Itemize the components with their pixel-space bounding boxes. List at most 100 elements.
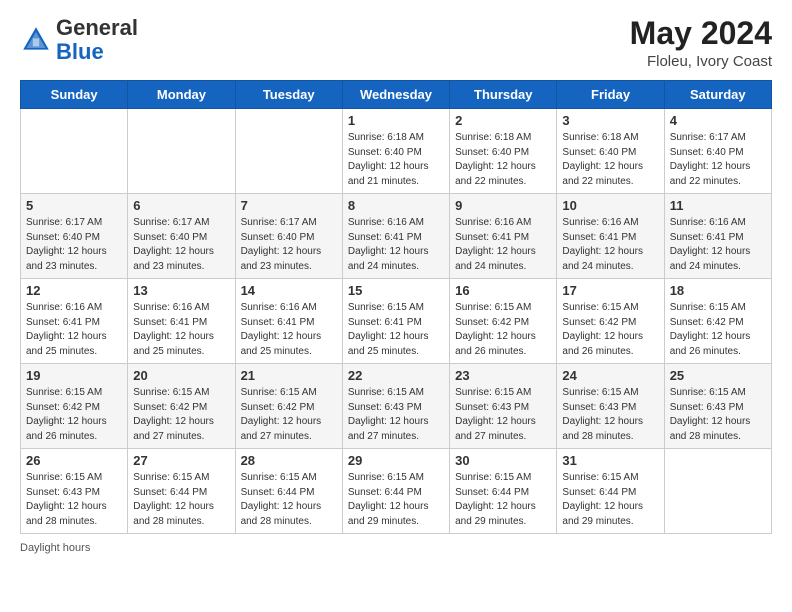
day-info: Sunrise: 6:15 AMSunset: 6:42 PMDaylight:… — [455, 301, 551, 359]
calendar-cell: 10Sunrise: 6:16 AMSunset: 6:41 PMDayligh… — [557, 194, 664, 279]
calendar-cell: 1 Sunrise: 6:18 AMSunset: 6:40 PMDaylight… — [342, 109, 449, 194]
dow-header-wednesday: Wednesday — [342, 81, 449, 109]
calendar-week-row: 26 Sunrise: 6:15 AMSunset: 6:43 PMDayligh… — [21, 449, 772, 534]
calendar-cell: 15 Sunrise: 6:15 AMSunset: 6:41 PMDayligh… — [342, 279, 449, 364]
calendar-cell: 27 Sunrise: 6:15 AMSunset: 6:44 PMDayligh… — [128, 449, 235, 534]
day-number: 7 — [241, 198, 337, 213]
day-number: 21 — [241, 368, 337, 383]
logo-general: General — [56, 15, 138, 40]
day-number: 15 — [348, 283, 444, 298]
day-info: Sunrise: 6:16 AMSunset: 6:41 PMDaylight:… — [26, 301, 122, 359]
day-info: Sunrise: 6:16 AMSunset: 6:41 PMDaylight:… — [670, 216, 766, 274]
day-info: Sunrise: 6:15 AMSunset: 6:42 PMDaylight:… — [26, 386, 122, 444]
calendar-week-row: 19 Sunrise: 6:15 AMSunset: 6:42 PMDayligh… — [21, 364, 772, 449]
day-info: Sunrise: 6:16 AMSunset: 6:41 PMDaylight:… — [455, 216, 551, 274]
day-info: Sunrise: 6:18 AMSunset: 6:40 PMDaylight:… — [562, 131, 658, 189]
day-info: Sunrise: 6:18 AMSunset: 6:40 PMDaylight:… — [455, 131, 551, 189]
calendar-cell: 24 Sunrise: 6:15 AMSunset: 6:43 PMDayligh… — [557, 364, 664, 449]
calendar-cell: 14 Sunrise: 6:16 AMSunset: 6:41 PMDayligh… — [235, 279, 342, 364]
day-info: Sunrise: 6:15 AMSunset: 6:42 PMDaylight:… — [241, 386, 337, 444]
dow-header-friday: Friday — [557, 81, 664, 109]
calendar-cell: 21 Sunrise: 6:15 AMSunset: 6:42 PMDayligh… — [235, 364, 342, 449]
day-number: 24 — [562, 368, 658, 383]
day-number: 31 — [562, 453, 658, 468]
dow-header-tuesday: Tuesday — [235, 81, 342, 109]
calendar-cell: 31Sunrise: 6:15 AMSunset: 6:44 PMDayligh… — [557, 449, 664, 534]
day-number: 16 — [455, 283, 551, 298]
day-number: 8 — [348, 198, 444, 213]
header: General Blue May 2024 Floleu, Ivory Coas… — [20, 16, 772, 70]
day-number: 6 — [133, 198, 229, 213]
day-number: 4 — [670, 113, 766, 128]
day-info: Sunrise: 6:17 AMSunset: 6:40 PMDaylight:… — [133, 216, 229, 274]
calendar-cell: 12 Sunrise: 6:16 AMSunset: 6:41 PMDayligh… — [21, 279, 128, 364]
day-number: 27 — [133, 453, 229, 468]
calendar-cell: 18Sunrise: 6:15 AMSunset: 6:42 PMDayligh… — [664, 279, 771, 364]
day-info: Sunrise: 6:15 AMSunset: 6:43 PMDaylight:… — [455, 386, 551, 444]
footer: Daylight hours — [20, 542, 772, 554]
day-number: 19 — [26, 368, 122, 383]
day-info: Sunrise: 6:15 AMSunset: 6:43 PMDaylight:… — [348, 386, 444, 444]
calendar-cell: 25 Sunrise: 6:15 AMSunset: 6:43 PMDayligh… — [664, 364, 771, 449]
day-number: 25 — [670, 368, 766, 383]
calendar-cell: 29Sunrise: 6:15 AMSunset: 6:44 PMDayligh… — [342, 449, 449, 534]
day-number: 20 — [133, 368, 229, 383]
logo-blue-text: Blue — [56, 39, 104, 64]
calendar-cell — [128, 109, 235, 194]
month-title: May 2024 — [630, 16, 772, 51]
day-info: Sunrise: 6:15 AMSunset: 6:44 PMDaylight:… — [133, 471, 229, 529]
calendar-cell — [21, 109, 128, 194]
day-info: Sunrise: 6:15 AMSunset: 6:44 PMDaylight:… — [241, 471, 337, 529]
calendar-cell: 16 Sunrise: 6:15 AMSunset: 6:42 PMDayligh… — [450, 279, 557, 364]
calendar-cell: 17Sunrise: 6:15 AMSunset: 6:42 PMDayligh… — [557, 279, 664, 364]
logo-icon — [20, 24, 52, 56]
day-number: 1 — [348, 113, 444, 128]
calendar-body: 1 Sunrise: 6:18 AMSunset: 6:40 PMDaylight… — [21, 109, 772, 534]
daylight-label: Daylight hours — [20, 542, 90, 554]
calendar-cell: 2 Sunrise: 6:18 AMSunset: 6:40 PMDaylight… — [450, 109, 557, 194]
calendar-cell: 8 Sunrise: 6:16 AMSunset: 6:41 PMDaylight… — [342, 194, 449, 279]
day-info: Sunrise: 6:15 AMSunset: 6:41 PMDaylight:… — [348, 301, 444, 359]
day-number: 9 — [455, 198, 551, 213]
day-number: 10 — [562, 198, 658, 213]
day-info: Sunrise: 6:15 AMSunset: 6:44 PMDaylight:… — [455, 471, 551, 529]
dow-header-monday: Monday — [128, 81, 235, 109]
logo: General Blue — [20, 16, 138, 64]
day-of-week-header-row: SundayMondayTuesdayWednesdayThursdayFrid… — [21, 81, 772, 109]
day-number: 5 — [26, 198, 122, 213]
day-number: 13 — [133, 283, 229, 298]
calendar-cell — [664, 449, 771, 534]
day-info: Sunrise: 6:17 AMSunset: 6:40 PMDaylight:… — [241, 216, 337, 274]
day-number: 30 — [455, 453, 551, 468]
day-info: Sunrise: 6:16 AMSunset: 6:41 PMDaylight:… — [241, 301, 337, 359]
dow-header-thursday: Thursday — [450, 81, 557, 109]
calendar-week-row: 12 Sunrise: 6:16 AMSunset: 6:41 PMDayligh… — [21, 279, 772, 364]
dow-header-sunday: Sunday — [21, 81, 128, 109]
calendar-cell: 3 Sunrise: 6:18 AMSunset: 6:40 PMDaylight… — [557, 109, 664, 194]
day-number: 26 — [26, 453, 122, 468]
calendar-cell: 7 Sunrise: 6:17 AMSunset: 6:40 PMDaylight… — [235, 194, 342, 279]
calendar-cell: 23 Sunrise: 6:15 AMSunset: 6:43 PMDayligh… — [450, 364, 557, 449]
day-info: Sunrise: 6:18 AMSunset: 6:40 PMDaylight:… — [348, 131, 444, 189]
day-number: 18 — [670, 283, 766, 298]
day-number: 22 — [348, 368, 444, 383]
day-number: 12 — [26, 283, 122, 298]
day-number: 2 — [455, 113, 551, 128]
day-number: 23 — [455, 368, 551, 383]
calendar-cell: 11Sunrise: 6:16 AMSunset: 6:41 PMDayligh… — [664, 194, 771, 279]
day-info: Sunrise: 6:16 AMSunset: 6:41 PMDaylight:… — [133, 301, 229, 359]
day-info: Sunrise: 6:15 AMSunset: 6:43 PMDaylight:… — [26, 471, 122, 529]
logo-text: General Blue — [56, 16, 138, 64]
page: General Blue May 2024 Floleu, Ivory Coas… — [0, 0, 792, 612]
day-info: Sunrise: 6:16 AMSunset: 6:41 PMDaylight:… — [348, 216, 444, 274]
day-number: 28 — [241, 453, 337, 468]
calendar-cell: 20Sunrise: 6:15 AMSunset: 6:42 PMDayligh… — [128, 364, 235, 449]
day-info: Sunrise: 6:15 AMSunset: 6:43 PMDaylight:… — [670, 386, 766, 444]
calendar-cell: 6 Sunrise: 6:17 AMSunset: 6:40 PMDaylight… — [128, 194, 235, 279]
day-number: 3 — [562, 113, 658, 128]
day-info: Sunrise: 6:15 AMSunset: 6:43 PMDaylight:… — [562, 386, 658, 444]
day-number: 14 — [241, 283, 337, 298]
calendar-week-row: 5 Sunrise: 6:17 AMSunset: 6:40 PMDaylight… — [21, 194, 772, 279]
title-block: May 2024 Floleu, Ivory Coast — [630, 16, 772, 70]
calendar-cell: 4Sunrise: 6:17 AMSunset: 6:40 PMDaylight… — [664, 109, 771, 194]
